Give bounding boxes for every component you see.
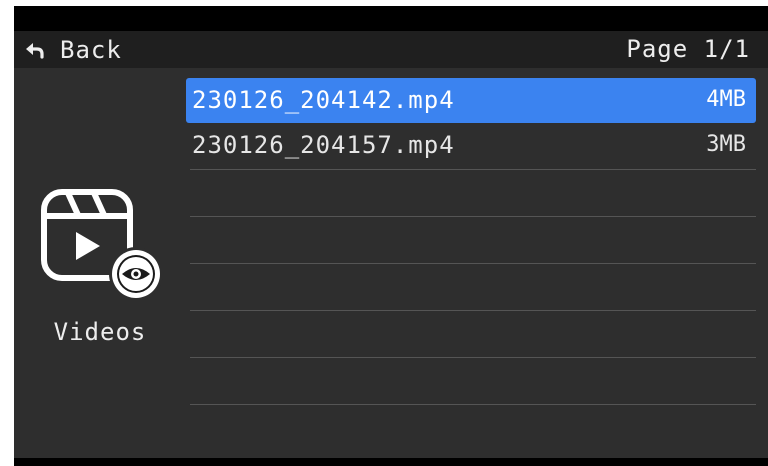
empty-row xyxy=(190,311,756,358)
device-screen: Back Page 1/1 Videos 230126_204142.mp4 4… xyxy=(14,6,768,466)
file-row[interactable]: 230126_204157.mp4 3MB xyxy=(190,123,756,170)
screen-bottom-bar xyxy=(14,458,768,466)
file-name: 230126_204157.mp4 xyxy=(192,131,455,159)
file-row[interactable]: 230126_204142.mp4 4MB xyxy=(186,78,756,123)
screen-top-bar xyxy=(14,6,768,31)
empty-row xyxy=(190,217,756,264)
browser-panel: Videos 230126_204142.mp4 4MB 230126_2041… xyxy=(14,68,768,458)
category-label: Videos xyxy=(53,318,147,346)
video-library-view-icon xyxy=(40,188,164,304)
empty-row xyxy=(190,264,756,311)
file-list: 230126_204142.mp4 4MB 230126_204157.mp4 … xyxy=(186,78,756,405)
empty-row xyxy=(190,170,756,217)
page-indicator: Page 1/1 xyxy=(626,35,750,63)
back-button[interactable]: Back xyxy=(24,31,122,68)
file-name: 230126_204142.mp4 xyxy=(192,86,455,114)
category-panel: Videos xyxy=(14,68,186,458)
back-label: Back xyxy=(60,35,122,64)
back-arrow-icon xyxy=(24,39,46,61)
empty-row xyxy=(190,358,756,405)
file-size: 3MB xyxy=(706,132,746,157)
file-size: 4MB xyxy=(706,87,746,112)
header-bar: Back Page 1/1 xyxy=(14,31,768,68)
